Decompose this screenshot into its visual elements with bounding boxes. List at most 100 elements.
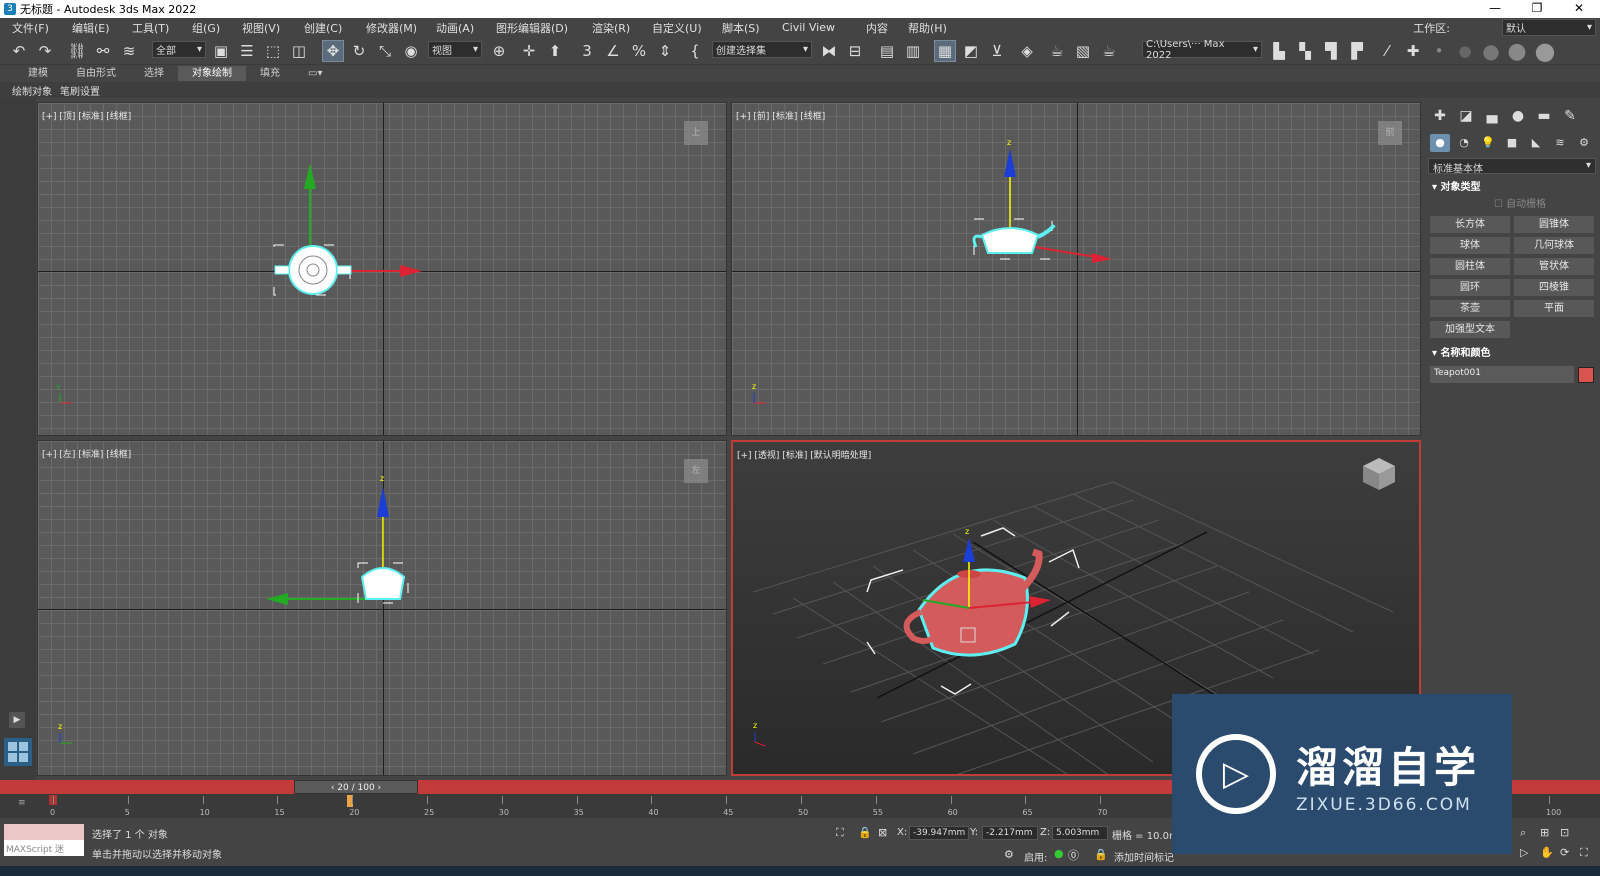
curve-editor-icon[interactable]: ◩ xyxy=(960,40,982,62)
plus-tool-icon[interactable]: ✚ xyxy=(1402,40,1424,62)
dot-large-icon[interactable]: ● xyxy=(1480,39,1502,63)
layer-explorer-icon[interactable]: ▥ xyxy=(902,40,924,62)
menu-scripting[interactable]: 脚本(S) xyxy=(722,20,760,36)
edit-named-selection-icon[interactable]: { xyxy=(684,40,706,62)
reference-coord-dropdown[interactable]: 视图 ▾ xyxy=(428,41,482,58)
snaps-toggle-icon[interactable]: 3 xyxy=(576,40,598,62)
project-path-dropdown[interactable]: C:\Users\··· Max 2022 ▾ xyxy=(1142,39,1262,61)
pan-icon[interactable]: ✋ xyxy=(1540,846,1554,859)
time-tag-lock-icon[interactable]: 🔒 xyxy=(1094,848,1108,861)
select-and-place-icon[interactable]: ◉ xyxy=(400,40,422,62)
play-icon[interactable]: ▶ xyxy=(9,712,25,728)
menu-tools[interactable]: 工具(T) xyxy=(132,20,169,36)
orbit-icon[interactable]: ⟳ xyxy=(1560,846,1569,859)
geometry-icon[interactable]: ● xyxy=(1430,134,1450,152)
link-icon[interactable]: ⛓ xyxy=(66,40,88,62)
tube-button[interactable]: 管状体 xyxy=(1514,258,1594,275)
pyramid-button[interactable]: 四棱锥 xyxy=(1514,279,1594,296)
zoom-all-icon[interactable]: ⊞ xyxy=(1540,826,1549,839)
ribbon-tab-object-paint[interactable]: 对象绘制 xyxy=(178,66,246,81)
menu-content[interactable]: 内容 xyxy=(866,20,888,36)
spinner-snap-icon[interactable]: ⇕ xyxy=(654,40,676,62)
zoom-icon[interactable]: ⌕ xyxy=(1520,826,1526,840)
percent-snap-icon[interactable]: % xyxy=(628,40,650,62)
shapes-icon[interactable]: ◔ xyxy=(1454,134,1474,152)
name-color-rollout[interactable]: ▾ 名称和颜色 xyxy=(1428,346,1596,362)
select-and-rotate-icon[interactable]: ↻ xyxy=(348,40,370,62)
rendered-frame-icon[interactable]: ▧ xyxy=(1072,40,1094,62)
align-icon[interactable]: ⊟ xyxy=(844,40,866,62)
menu-edit[interactable]: 编辑(E) xyxy=(72,20,110,36)
create-panel-icon[interactable]: ✚ xyxy=(1430,106,1450,126)
systems-icon[interactable]: ⚙ xyxy=(1574,134,1594,152)
teapot-button[interactable]: 茶壶 xyxy=(1430,300,1510,317)
rectangular-selection-icon[interactable]: ⬚ xyxy=(262,40,284,62)
isolate-icon[interactable]: ⛶ xyxy=(836,826,844,840)
menu-civil-view[interactable]: Civil View xyxy=(782,21,835,34)
mirror-icon[interactable]: ⧓ xyxy=(818,40,840,62)
set-project-icon[interactable]: ▚ xyxy=(1294,40,1316,62)
enable-status-dot-icon[interactable]: ● xyxy=(1054,847,1064,860)
keyboard-shortcut-icon[interactable]: ⬆ xyxy=(544,40,566,62)
menu-customize[interactable]: 自定义(U) xyxy=(652,20,702,36)
box-button[interactable]: 长方体 xyxy=(1430,216,1510,233)
project-settings-icon[interactable]: ▛ xyxy=(1346,40,1368,62)
subtab-paint-objects[interactable]: 绘制对象 xyxy=(8,83,56,98)
dot-medium-icon[interactable]: ● xyxy=(1454,40,1476,62)
angle-snap-icon[interactable]: ∠ xyxy=(602,40,624,62)
viewport-front[interactable]: [+] [前] [标准] [线框] 前 z z xyxy=(731,102,1421,436)
adaptive-degradation-icon[interactable]: ⚙ xyxy=(1004,848,1014,861)
mini-curve-icon[interactable]: ≡ xyxy=(18,798,26,808)
select-and-move-icon[interactable]: ✥ xyxy=(322,40,344,62)
ribbon-tab-modeling[interactable]: 建模 xyxy=(14,66,62,81)
maxscript-listener[interactable]: MAXScript 迷 xyxy=(4,824,84,856)
menu-group[interactable]: 组(G) xyxy=(192,20,220,36)
maxscript-input[interactable] xyxy=(4,824,84,840)
bind-space-warp-icon[interactable]: ≋ xyxy=(118,40,140,62)
select-by-name-icon[interactable]: ☰ xyxy=(236,40,258,62)
object-type-rollout[interactable]: ▾ 对象类型 xyxy=(1428,180,1596,196)
category-dropdown[interactable]: 标准基本体 ▾ xyxy=(1428,158,1596,175)
menu-file[interactable]: 文件(F) xyxy=(12,20,49,36)
redo-icon[interactable]: ↷ xyxy=(34,40,56,62)
dot-xlarge-icon[interactable]: ● xyxy=(1506,39,1528,64)
text-plus-button[interactable]: 加强型文本 xyxy=(1430,321,1510,338)
render-production-icon[interactable]: ☕ xyxy=(1098,40,1120,62)
manipulate-icon[interactable]: ✛ xyxy=(518,40,540,62)
select-and-scale-icon[interactable]: ⤡ xyxy=(374,40,396,62)
auto-grid-checkbox[interactable]: ☐ 自动栅格 xyxy=(1424,196,1600,214)
scene-explorer-icon[interactable]: ▤ xyxy=(876,40,898,62)
plane-button[interactable]: 平面 xyxy=(1514,300,1594,317)
material-editor-icon[interactable]: ◈ xyxy=(1016,40,1038,62)
utilities-panel-icon[interactable]: ✎ xyxy=(1560,106,1580,126)
cylinder-button[interactable]: 圆柱体 xyxy=(1430,258,1510,275)
hierarchy-panel-icon[interactable]: ▄ xyxy=(1482,106,1502,126)
cone-button[interactable]: 圆锥体 xyxy=(1514,216,1594,233)
space-warps-icon[interactable]: ≋ xyxy=(1550,134,1570,152)
viewport-left[interactable]: [+] [左] [标准] [线框] 左 z z xyxy=(37,440,727,776)
display-panel-icon[interactable]: ▬ xyxy=(1534,106,1554,126)
z-coord-field[interactable]: 5.003mm xyxy=(1052,826,1108,840)
torus-button[interactable]: 圆环 xyxy=(1430,279,1510,296)
menu-modifiers[interactable]: 修改器(M) xyxy=(366,20,417,36)
ribbon-tab-freeform[interactable]: 自由形式 xyxy=(62,66,130,81)
unlink-icon[interactable]: ⚯ xyxy=(92,40,114,62)
menu-animation[interactable]: 动画(A) xyxy=(436,20,474,36)
time-slider-thumb[interactable]: ‹ 20 / 100 › xyxy=(294,780,418,794)
sphere-button[interactable]: 球体 xyxy=(1430,237,1510,254)
pivot-center-icon[interactable]: ⊕ xyxy=(488,40,510,62)
selection-filter-dropdown[interactable]: 全部 ▾ xyxy=(152,41,206,58)
named-selection-dropdown[interactable]: 创建选择集 ▾ xyxy=(712,41,812,58)
menu-graph-editors[interactable]: 图形编辑器(D) xyxy=(496,20,568,36)
lock-icon[interactable]: 🔒 xyxy=(858,826,872,839)
zoom-extents-icon[interactable]: ⊡ xyxy=(1560,826,1569,839)
subtab-brush-settings[interactable]: 笔刷设置 xyxy=(56,83,104,98)
timer-icon[interactable]: ⓪ xyxy=(1068,847,1079,863)
x-coord-field[interactable]: -39.947mm xyxy=(909,826,969,840)
brush-icon[interactable]: ⁄ xyxy=(1376,40,1398,62)
toggle-ribbon-icon[interactable]: ▦ xyxy=(934,40,956,62)
y-coord-field[interactable]: -2.217mm xyxy=(982,826,1038,840)
viewport-layout-icon[interactable] xyxy=(4,738,32,766)
ribbon-options-icon[interactable]: ▭▾ xyxy=(294,66,336,81)
ribbon-tab-populate[interactable]: 填充 xyxy=(246,66,294,81)
